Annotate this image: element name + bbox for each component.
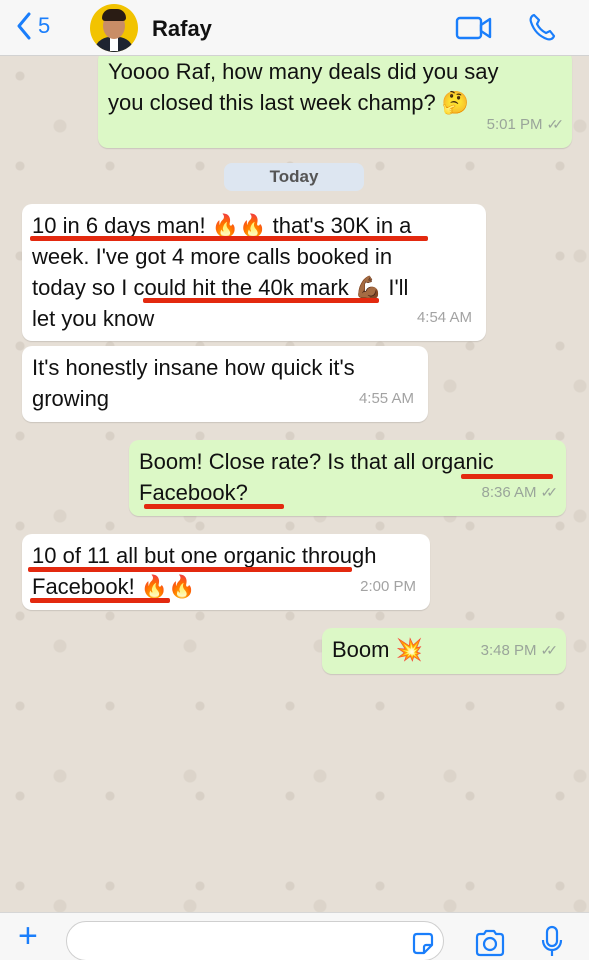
message-time: 3:48 PM [480, 642, 537, 659]
sticker-icon[interactable] [410, 931, 436, 957]
message-time: 4:55 AM [358, 390, 414, 407]
message-time: 8:36 AM [481, 484, 537, 501]
highlight-underline [143, 298, 379, 303]
message-text: week. I've got 4 more calls booked in [32, 244, 393, 269]
avatar[interactable] [90, 4, 138, 52]
message-text: let you know [32, 306, 155, 331]
message-text: It's honestly insane how quick it's [32, 355, 355, 380]
contact-name[interactable]: Rafay [152, 16, 212, 42]
message-meta: 3:48 PM ✓✓ [480, 635, 559, 666]
phone-call-icon[interactable] [527, 12, 557, 42]
message-meta: 5:01 PM ✓✓ [486, 109, 565, 140]
message-time: 5:01 PM [486, 116, 543, 133]
read-ticks-icon: ✓✓ [540, 642, 559, 658]
read-ticks-icon: ✓✓ [546, 116, 565, 132]
highlight-underline [28, 567, 352, 572]
message-meta: 8:36 AM ✓✓ [481, 477, 559, 508]
message-input-bar: + [0, 912, 589, 960]
back-chevron-icon [17, 12, 31, 40]
highlight-underline [144, 504, 284, 509]
read-ticks-icon: ✓✓ [540, 484, 559, 500]
message-text: Yoooo Raf, how many deals did you say [108, 59, 499, 84]
date-divider: Today [224, 163, 364, 191]
highlight-underline [30, 236, 428, 241]
message-meta: 2:00 PM [360, 571, 416, 602]
message-meta: 4:54 AM [417, 302, 472, 333]
video-call-icon[interactable] [455, 15, 493, 41]
microphone-icon[interactable] [540, 925, 564, 959]
message-bubble-outgoing[interactable]: Yoooo Raf, how many deals did you say yo… [98, 50, 572, 148]
plus-icon[interactable]: + [18, 919, 38, 953]
camera-icon[interactable] [474, 929, 506, 957]
unread-count: 5 [38, 13, 51, 38]
message-input[interactable] [66, 921, 444, 960]
chat-header: 5 Rafay [0, 0, 589, 56]
back-button[interactable]: 5 [16, 12, 50, 40]
message-bubble-incoming[interactable]: It's honestly insane how quick it's grow… [22, 346, 428, 422]
message-time: 4:54 AM [416, 309, 472, 326]
message-bubble-outgoing[interactable]: Boom 💥 3:48 PM ✓✓ [322, 628, 566, 674]
message-meta: 4:55 AM [359, 383, 414, 414]
message-text: Boom! Close rate? Is that all organic [139, 449, 494, 474]
highlight-underline [461, 474, 553, 479]
message-bubble-incoming[interactable]: 10 in 6 days man! 🔥🔥 that's 30K in a wee… [22, 204, 486, 341]
highlight-underline [30, 598, 170, 603]
message-time: 2:00 PM [360, 578, 416, 595]
